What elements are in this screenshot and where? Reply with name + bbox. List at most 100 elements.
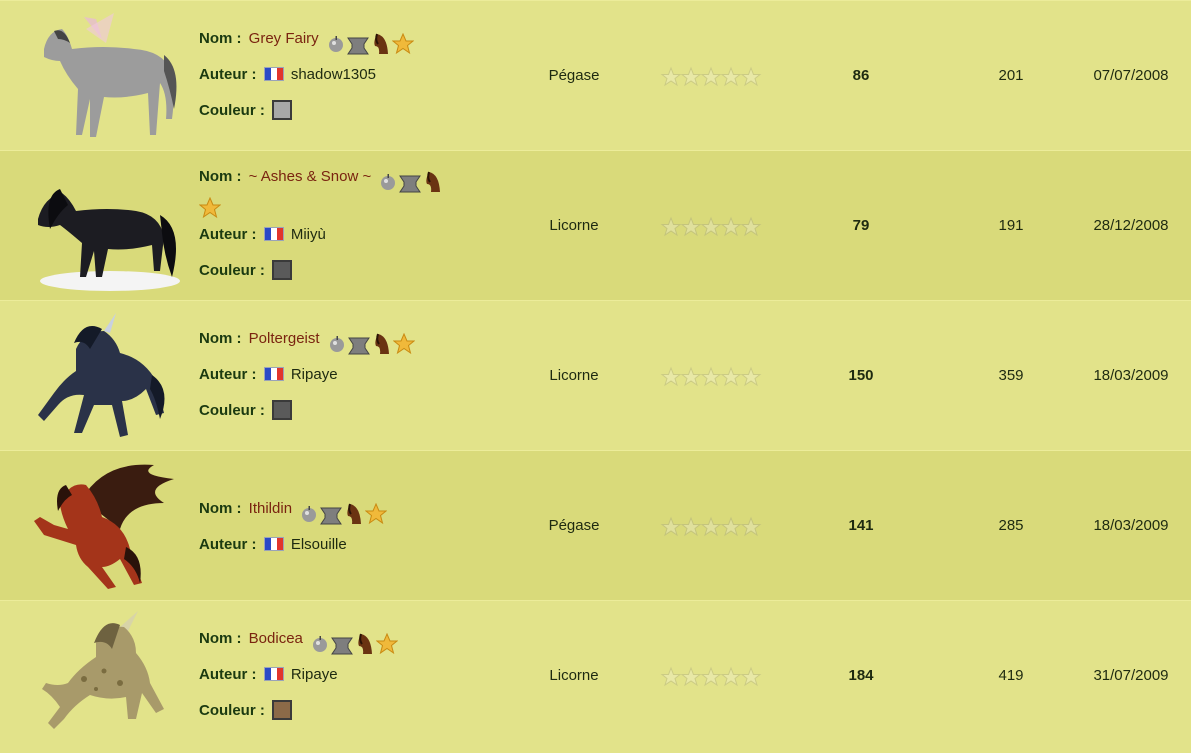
views-count: 191 xyxy=(998,217,1024,234)
creation-name-link[interactable]: ~ Ashes & Snow ~ xyxy=(249,168,372,185)
empty-star-icon[interactable] xyxy=(740,216,762,238)
empty-star-icon[interactable] xyxy=(740,666,762,688)
empty-star-icon[interactable] xyxy=(680,66,702,88)
creation-list: Nom : Grey Fairy Auteur : shadow1305 Cou… xyxy=(0,0,1191,753)
author-link[interactable]: Ripaye xyxy=(291,666,338,683)
horse-thumbnail[interactable] xyxy=(24,309,184,443)
anvil-icon xyxy=(399,175,422,193)
empty-star-icon[interactable] xyxy=(680,666,702,688)
empty-star-icon[interactable] xyxy=(700,516,722,538)
rating-stars[interactable] xyxy=(660,666,762,688)
horse-thumbnail[interactable] xyxy=(24,9,184,143)
author-label: Auteur : xyxy=(199,366,257,383)
score-value: 86 xyxy=(852,67,870,84)
rating-stars[interactable] xyxy=(660,66,762,88)
list-row[interactable]: Nom : Ithildin Auteur : Elsouille Pégase… xyxy=(0,450,1191,600)
author-link[interactable]: shadow1305 xyxy=(291,66,376,83)
author-label: Auteur : xyxy=(199,666,257,683)
color-label: Couleur : xyxy=(199,262,265,279)
creation-date: 18/03/2009 xyxy=(1093,517,1169,534)
views-count: 201 xyxy=(998,67,1024,84)
name-label: Nom : xyxy=(199,500,242,517)
empty-star-icon[interactable] xyxy=(680,516,702,538)
empty-star-icon[interactable] xyxy=(720,666,742,688)
creation-name-link[interactable]: Ithildin xyxy=(249,500,292,517)
creation-type: Licorne xyxy=(549,217,599,234)
empty-star-icon[interactable] xyxy=(680,366,702,388)
score-value: 184 xyxy=(848,667,874,684)
star-icon xyxy=(375,632,399,655)
apple-icon xyxy=(313,636,328,653)
creation-type: Licorne xyxy=(549,667,599,684)
score-value: 141 xyxy=(848,517,874,534)
star-icon xyxy=(364,502,388,525)
color-swatch xyxy=(272,260,293,280)
empty-star-icon[interactable] xyxy=(660,216,682,238)
name-label: Nom : xyxy=(199,330,242,347)
empty-star-icon[interactable] xyxy=(700,216,722,238)
creation-date: 18/03/2009 xyxy=(1093,367,1169,384)
empty-star-icon[interactable] xyxy=(720,216,742,238)
empty-star-icon[interactable] xyxy=(700,66,722,88)
empty-star-icon[interactable] xyxy=(700,366,722,388)
horse-head-icon xyxy=(375,333,389,355)
author-label: Auteur : xyxy=(199,536,257,553)
empty-star-icon[interactable] xyxy=(720,366,742,388)
empty-star-icon[interactable] xyxy=(720,516,742,538)
views-count: 285 xyxy=(998,517,1024,534)
creation-name-link[interactable]: Bodicea xyxy=(249,630,303,647)
apple-icon xyxy=(302,506,317,523)
empty-star-icon[interactable] xyxy=(700,666,722,688)
horse-thumbnail[interactable] xyxy=(24,159,184,293)
author-link[interactable]: Miiyù xyxy=(291,226,326,243)
grey-fairy-horse-image xyxy=(44,13,177,137)
empty-star-icon[interactable] xyxy=(740,66,762,88)
rating-stars[interactable] xyxy=(660,216,762,238)
creation-type: Pégase xyxy=(548,517,600,534)
empty-star-icon[interactable] xyxy=(660,366,682,388)
badge-group xyxy=(379,170,444,194)
creation-name-link[interactable]: Grey Fairy xyxy=(249,30,319,47)
creation-date: 28/12/2008 xyxy=(1093,217,1169,234)
badge-group xyxy=(300,502,388,526)
france-flag-icon xyxy=(263,227,284,241)
list-row[interactable]: Nom : ~ Ashes & Snow ~ Auteur : Miiyù Co… xyxy=(0,150,1191,300)
star-icon xyxy=(392,332,416,355)
empty-star-icon[interactable] xyxy=(740,516,762,538)
empty-star-icon[interactable] xyxy=(740,366,762,388)
rating-stars[interactable] xyxy=(660,516,762,538)
score-value: 79 xyxy=(852,217,870,234)
author-link[interactable]: Elsouille xyxy=(291,536,347,553)
list-row[interactable]: Nom : Bodicea Auteur : Ripaye Couleur : … xyxy=(0,600,1191,750)
badge-group xyxy=(198,196,222,219)
empty-star-icon[interactable] xyxy=(660,66,682,88)
empty-star-icon[interactable] xyxy=(680,216,702,238)
horse-head-icon xyxy=(374,33,388,55)
empty-star-icon[interactable] xyxy=(660,516,682,538)
apple-icon xyxy=(329,336,344,353)
list-row[interactable]: Nom : Grey Fairy Auteur : shadow1305 Cou… xyxy=(0,0,1191,150)
france-flag-icon xyxy=(263,67,284,81)
horse-head-icon xyxy=(426,171,441,193)
color-label: Couleur : xyxy=(199,402,265,419)
author-label: Auteur : xyxy=(199,226,257,243)
france-flag-icon xyxy=(263,667,284,681)
horse-thumbnail[interactable] xyxy=(24,609,184,743)
views-count: 419 xyxy=(998,667,1024,684)
dark-blue-unicorn-image xyxy=(38,313,165,437)
france-flag-icon xyxy=(263,367,284,381)
score-value: 150 xyxy=(848,367,874,384)
badge-group xyxy=(327,32,415,56)
name-label: Nom : xyxy=(199,630,242,647)
empty-star-icon[interactable] xyxy=(660,666,682,688)
anvil-icon xyxy=(347,337,370,355)
empty-star-icon[interactable] xyxy=(720,66,742,88)
horse-head-icon xyxy=(347,503,362,525)
creation-name-link[interactable]: Poltergeist xyxy=(249,330,320,347)
rating-stars[interactable] xyxy=(660,366,762,388)
horse-thumbnail[interactable] xyxy=(24,459,184,593)
list-row[interactable]: Nom : Poltergeist Auteur : Ripaye Couleu… xyxy=(0,300,1191,450)
name-label: Nom : xyxy=(199,30,242,47)
black-horse-on-snow-image xyxy=(38,189,180,291)
author-link[interactable]: Ripaye xyxy=(291,366,338,383)
